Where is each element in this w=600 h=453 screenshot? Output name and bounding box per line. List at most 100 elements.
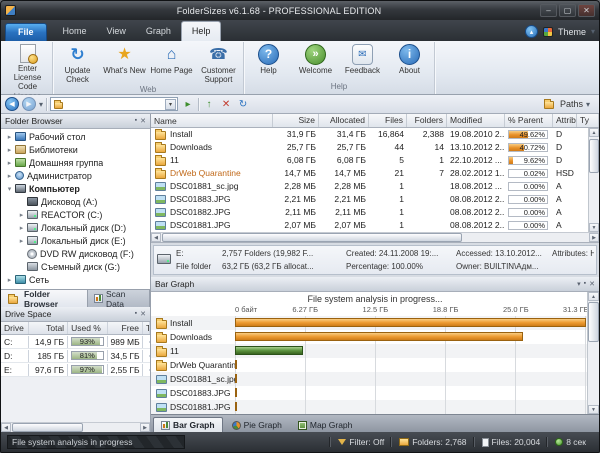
tab-home[interactable]: Home: [53, 22, 97, 41]
scroll-up-icon[interactable]: ▲: [589, 128, 599, 137]
theme-button[interactable]: Theme: [558, 27, 586, 37]
drive-row-c[interactable]: C: 14,9 ГБ 93% 989 МБ: [1, 335, 150, 349]
tab-help[interactable]: Help: [181, 21, 222, 41]
scroll-thumb[interactable]: [12, 423, 83, 432]
chart-row-install[interactable]: Install: [151, 316, 599, 330]
expander-icon[interactable]: ▸: [17, 237, 26, 245]
panel-pin-icon[interactable]: ▪: [135, 117, 137, 125]
column-header-total[interactable]: Total: [29, 322, 68, 334]
forward-button[interactable]: ▶: [22, 97, 36, 111]
chart-row-dsc01883[interactable]: DSC01883.JPG: [151, 386, 599, 400]
bar-drweb[interactable]: [235, 360, 237, 369]
path-dropdown-icon[interactable]: ▾: [165, 99, 176, 110]
paths-button[interactable]: Paths ▾: [538, 97, 595, 111]
column-header-used[interactable]: Used %: [68, 322, 107, 334]
file-list-hscrollbar[interactable]: ◀ ▶: [151, 232, 599, 243]
tree-item-homegroup[interactable]: ▸Домашняя группа: [1, 156, 150, 169]
path-input[interactable]: ▾: [50, 97, 178, 111]
scroll-right-icon[interactable]: ▶: [589, 233, 599, 242]
bar-dsc01881[interactable]: [235, 402, 237, 411]
tree-item-drive-f[interactable]: DVD RW дисковод (F:): [1, 247, 150, 260]
scroll-thumb[interactable]: [162, 233, 462, 242]
column-header-modified[interactable]: Modified: [447, 114, 505, 127]
bar-dsc01881sc[interactable]: [235, 374, 237, 383]
tab-scan-data[interactable]: Scan Data: [88, 290, 150, 307]
file-row-dsc01881[interactable]: DSC01881.JPG 2,07 МБ2,07 МБ 1 08.08.2012…: [151, 219, 599, 232]
column-header-free[interactable]: Free: [108, 322, 144, 334]
enter-license-code-button[interactable]: Enter License Code: [4, 42, 51, 92]
column-header-attribs[interactable]: Attribs: [553, 114, 577, 127]
scroll-thumb[interactable]: [589, 139, 599, 173]
up-level-button[interactable]: ↑: [202, 97, 216, 111]
tree-item-network[interactable]: ▸Сеть: [1, 273, 150, 286]
bar-dsc01883[interactable]: [235, 388, 237, 397]
tree-item-drive-g[interactable]: Съемный диск (G:): [1, 260, 150, 273]
file-list-vscrollbar[interactable]: ▲ ▼: [588, 128, 599, 232]
panel-close-icon[interactable]: ✕: [589, 280, 595, 288]
file-row-dsc01881sc[interactable]: DSC01881_sc.jpg 2,28 МБ2,28 МБ 1 18.08.2…: [151, 180, 599, 193]
file-row-downloads[interactable]: Downloads 25,7 ГБ25,7 ГБ 4414 13.10.2012…: [151, 141, 599, 154]
expander-icon[interactable]: ▸: [5, 159, 14, 167]
file-row-install[interactable]: Install 31,9 ГБ31,4 ГБ 16,8642,388 19.08…: [151, 128, 599, 141]
column-header-allocated[interactable]: Allocated: [319, 114, 369, 127]
column-header-name[interactable]: Name: [151, 114, 273, 127]
feedback-button[interactable]: ✉ Feedback: [339, 42, 386, 76]
chart-row-downloads[interactable]: Downloads: [151, 330, 599, 344]
go-button[interactable]: ▸: [181, 97, 195, 111]
scroll-down-icon[interactable]: ▼: [588, 405, 599, 414]
customer-support-button[interactable]: ☎ Customer Support: [195, 42, 242, 85]
expander-icon[interactable]: ▸: [5, 172, 14, 180]
panel-pin-icon[interactable]: ▪: [584, 280, 586, 288]
panel-menu-icon[interactable]: ▾: [577, 280, 581, 288]
graph-vscrollbar[interactable]: ▲ ▼: [587, 292, 599, 414]
column-header-folders[interactable]: Folders: [407, 114, 447, 127]
tree-item-drive-d[interactable]: ▸Локальный диск (D:): [1, 221, 150, 234]
panel-close-icon[interactable]: ✕: [140, 310, 146, 318]
minimize-button[interactable]: –: [540, 4, 557, 17]
theme-caret-icon[interactable]: ▾: [591, 27, 595, 36]
expander-icon[interactable]: ▸: [17, 224, 26, 232]
tree-item-libraries[interactable]: ▸Библиотеки: [1, 143, 150, 156]
back-button[interactable]: ◀: [5, 97, 19, 111]
tab-pie-graph[interactable]: Pie Graph: [225, 418, 289, 432]
expander-icon[interactable]: ▸: [5, 133, 14, 141]
file-row-dsc01882[interactable]: DSC01882.JPG 2,11 МБ2,11 МБ 1 08.08.2012…: [151, 206, 599, 219]
close-button[interactable]: ✕: [578, 4, 595, 17]
file-row-drweb[interactable]: DrWeb Quarantine 14,7 МБ14,7 МБ 217 28.0…: [151, 167, 599, 180]
chart-row-dsc01881[interactable]: DSC01881.JPG: [151, 400, 599, 414]
scroll-thumb[interactable]: [588, 302, 599, 342]
update-check-button[interactable]: ↻ Update Check: [54, 42, 101, 85]
stop-button[interactable]: ✕: [219, 97, 233, 111]
bar-install[interactable]: [235, 318, 586, 327]
tree-item-drive-e[interactable]: ▸Локальный диск (E:): [1, 234, 150, 247]
tree-item-desktop[interactable]: ▸Рабочий стол: [1, 130, 150, 143]
minimize-ribbon-icon[interactable]: ▴: [525, 25, 538, 38]
maximize-button[interactable]: ▢: [559, 4, 576, 17]
chart-row-11[interactable]: 11: [151, 344, 599, 358]
scroll-up-icon[interactable]: ▲: [588, 292, 599, 301]
column-header-size[interactable]: Size: [273, 114, 319, 127]
home-page-button[interactable]: ⌂ Home Page: [148, 42, 195, 76]
file-row-dsc01883[interactable]: DSC01883.JPG 2,21 МБ2,21 МБ 1 08.08.2012…: [151, 193, 599, 206]
expander-icon[interactable]: ▸: [5, 276, 14, 284]
tab-view[interactable]: View: [97, 22, 136, 41]
whats-new-button[interactable]: ★ What's New: [101, 42, 148, 76]
history-dropdown-icon[interactable]: ▾: [39, 100, 43, 109]
expander-icon[interactable]: ▸: [5, 146, 14, 154]
scroll-right-icon[interactable]: ▶: [140, 423, 150, 432]
drive-space-hscrollbar[interactable]: ◀ ▶: [1, 422, 150, 432]
column-header-t[interactable]: T: [143, 322, 150, 334]
column-header-drive[interactable]: Drive: [1, 322, 29, 334]
refresh-button[interactable]: ↻: [236, 97, 250, 111]
drive-row-d[interactable]: D: 185 ГБ 81% 34,5 ГБ: [1, 349, 150, 363]
tab-graph[interactable]: Graph: [136, 22, 181, 41]
welcome-button[interactable]: » Welcome: [292, 42, 339, 76]
tree-item-drive-c[interactable]: ▸REACTOR (C:): [1, 208, 150, 221]
column-header-files[interactable]: Files: [369, 114, 407, 127]
tree-item-drive-a[interactable]: Дисковод (A:): [1, 195, 150, 208]
column-header-percent[interactable]: % Parent: [505, 114, 553, 127]
file-row-11[interactable]: 11 6,08 ГБ6,08 ГБ 51 22.10.2012 ... 9.62…: [151, 154, 599, 167]
scroll-down-icon[interactable]: ▼: [589, 223, 599, 232]
tab-bar-graph[interactable]: Bar Graph: [153, 417, 223, 432]
panel-pin-icon[interactable]: ▪: [135, 310, 137, 318]
